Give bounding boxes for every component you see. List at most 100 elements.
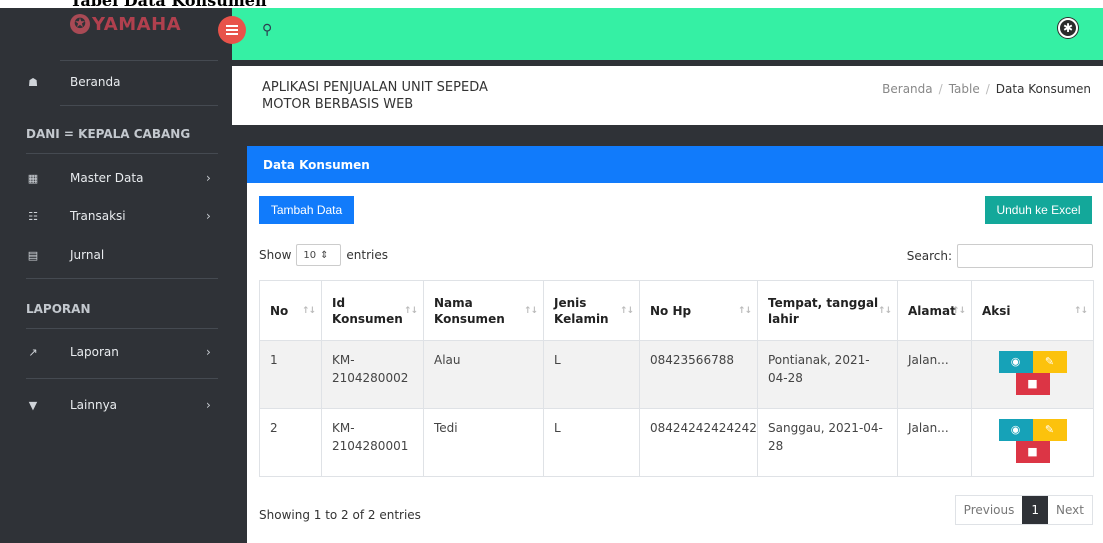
column-header-jenis-kelamin[interactable]: Jenis Kelamin ↑↓ <box>543 280 640 341</box>
column-header-ttl[interactable]: Tempat, tanggal lahir ↑↓ <box>757 280 898 341</box>
cell-nama: Tedi <box>423 408 544 477</box>
search-input[interactable] <box>957 244 1093 268</box>
table-row: 2 KM-2104280001 Tedi L 08424242424242 Sa… <box>259 408 1094 477</box>
table-info: Showing 1 to 2 of 2 entries <box>259 508 421 522</box>
search-label: Search: <box>906 249 952 263</box>
column-header-nama[interactable]: Nama Konsumen ↑↓ <box>423 280 544 341</box>
delete-button[interactable]: ■ <box>1015 373 1050 395</box>
export-excel-button[interactable]: Unduh ke Excel <box>985 196 1092 224</box>
app-frame: ✪ YAMAHA ☗ Beranda DANI = KEPALA CABANG … <box>0 8 1103 543</box>
divider <box>60 105 218 106</box>
pagination-next[interactable]: Next <box>1048 496 1092 524</box>
column-header-no-hp[interactable]: No Hp ↑↓ <box>639 280 758 341</box>
divider <box>26 328 218 329</box>
divider <box>26 153 218 154</box>
sidebar: ✪ YAMAHA ☗ Beranda DANI = KEPALA CABANG … <box>0 8 232 543</box>
cell-ttl: Sanggau, 2021-04-28 <box>757 408 898 477</box>
sidebar-item-label: Laporan <box>70 345 119 359</box>
sidebar-item-transaksi[interactable]: ☷ Transaksi › <box>0 204 232 228</box>
breadcrumb-separator: / <box>985 82 990 96</box>
trash-icon: ■ <box>1027 377 1038 390</box>
show-label: Show <box>259 248 292 262</box>
sidebar-report-heading: LAPORAN <box>26 302 91 316</box>
table-search: Search: <box>907 244 1093 268</box>
search-icon[interactable]: ⚲ <box>262 22 272 38</box>
view-button[interactable]: ◉ <box>998 419 1033 441</box>
divider <box>26 278 218 279</box>
yamaha-emblem-icon: ✪ <box>70 14 90 34</box>
divider <box>26 378 218 379</box>
sidebar-item-label: Master Data <box>70 171 144 185</box>
divider <box>60 60 218 61</box>
delete-button[interactable]: ■ <box>1015 441 1050 463</box>
cell-jenis-kelamin: L <box>543 408 640 477</box>
sidebar-item-laporan[interactable]: ↗ Laporan › <box>0 340 232 364</box>
sidebar-item-jurnal[interactable]: ▤ Jurnal <box>0 243 232 267</box>
user-avatar-icon[interactable]: ✱ <box>1058 18 1078 38</box>
home-icon: ☗ <box>28 75 38 89</box>
breadcrumb-link[interactable]: Beranda <box>882 82 932 96</box>
sidebar-item-beranda[interactable]: ☗ Beranda <box>0 70 232 94</box>
brand-logo[interactable]: ✪ YAMAHA <box>70 10 181 38</box>
table-header-row: No ↑↓ Id Konsumen ↑↓ Nama Konsumen ↑↓ Jenis… <box>259 280 1094 341</box>
cell-no-hp: 08423566788 <box>639 340 758 409</box>
cell-no: 1 <box>259 340 322 409</box>
sidebar-item-master-data[interactable]: ▦ Master Data › <box>0 166 232 190</box>
sidebar-item-label: Beranda <box>70 75 121 89</box>
entries-label: entries <box>346 248 388 262</box>
card-title: Data Konsumen <box>247 146 1103 183</box>
view-button[interactable]: ◉ <box>998 351 1033 373</box>
chevron-right-icon: › <box>206 398 211 412</box>
cell-alamat: Jalan... <box>897 340 972 409</box>
brand-logo-text: YAMAHA <box>92 13 182 35</box>
entries-select[interactable]: 10 ⇕ <box>296 244 342 266</box>
sort-icon: ↑↓ <box>951 305 966 316</box>
add-data-button[interactable]: Tambah Data <box>259 196 354 224</box>
sort-icon: ↑↓ <box>619 305 634 316</box>
edit-icon: ✎ <box>1044 355 1055 368</box>
sort-icon: ↑↓ <box>523 305 538 316</box>
sidebar-item-label: Jurnal <box>70 248 105 262</box>
chevron-right-icon: › <box>206 171 211 185</box>
edit-button[interactable]: ✎ <box>1032 351 1067 373</box>
sort-icon: ↑↓ <box>737 305 752 316</box>
cell-nama: Alau <box>423 340 544 409</box>
sidebar-item-label: Transaksi <box>70 209 126 223</box>
customer-table: No ↑↓ Id Konsumen ↑↓ Nama Konsumen ↑↓ Jenis… <box>259 280 1094 477</box>
column-header-no[interactable]: No ↑↓ <box>259 280 322 341</box>
menu-icon <box>226 25 238 35</box>
edit-icon: ✎ <box>1044 423 1055 436</box>
cell-aksi: ◉ ✎ ■ <box>971 408 1094 477</box>
sidebar-item-label: Lainnya <box>70 398 118 412</box>
eye-icon: ◉ <box>1010 355 1021 368</box>
chevron-right-icon: › <box>206 345 211 359</box>
cell-id: KM-2104280002 <box>321 340 424 409</box>
page-title: APLIKASI PENJUALAN UNIT SEPEDA MOTOR BER… <box>262 80 488 112</box>
pagination-page-current[interactable]: 1 <box>1022 496 1049 524</box>
cell-alamat: Jalan... <box>897 408 972 477</box>
column-header-aksi[interactable]: Aksi ↑↓ <box>971 280 1094 341</box>
sort-icon: ↑↓ <box>877 305 892 316</box>
pagination-previous[interactable]: Previous <box>955 496 1023 524</box>
sidebar-item-lainnya[interactable]: ▼ Lainnya › <box>0 393 232 417</box>
cell-id: KM-2104280001 <box>321 408 424 477</box>
breadcrumb-link[interactable]: Table <box>949 82 980 96</box>
trash-icon: ■ <box>1027 445 1038 458</box>
eye-icon: ◉ <box>1010 423 1021 436</box>
data-konsumen-card: Data Konsumen Tambah Data Unduh ke Excel… <box>247 146 1103 543</box>
page-header: APLIKASI PENJUALAN UNIT SEPEDA MOTOR BER… <box>232 66 1103 125</box>
sidebar-toggle-button[interactable] <box>218 16 246 44</box>
cell-jenis-kelamin: L <box>543 340 640 409</box>
column-header-alamat[interactable]: Alamat ↑↓ <box>897 280 972 341</box>
breadcrumb-current: Data Konsumen <box>995 82 1091 96</box>
pagination: Previous 1 Next <box>954 495 1093 525</box>
cell-ttl: Pontianak, 2021-04-28 <box>757 340 898 409</box>
table-row: 1 KM-2104280002 Alau L 08423566788 Ponti… <box>259 340 1094 409</box>
column-header-id[interactable]: Id Konsumen ↑↓ <box>321 280 424 341</box>
sidebar-user-heading: DANI = KEPALA CABANG <box>26 127 191 141</box>
filter-icon: ▼ <box>28 398 38 412</box>
breadcrumb: Beranda / Table / Data Konsumen <box>882 82 1091 96</box>
sort-icon: ↑↓ <box>1073 305 1088 316</box>
entries-length-control: Show 10 ⇕ entries <box>259 244 388 266</box>
edit-button[interactable]: ✎ <box>1032 419 1067 441</box>
